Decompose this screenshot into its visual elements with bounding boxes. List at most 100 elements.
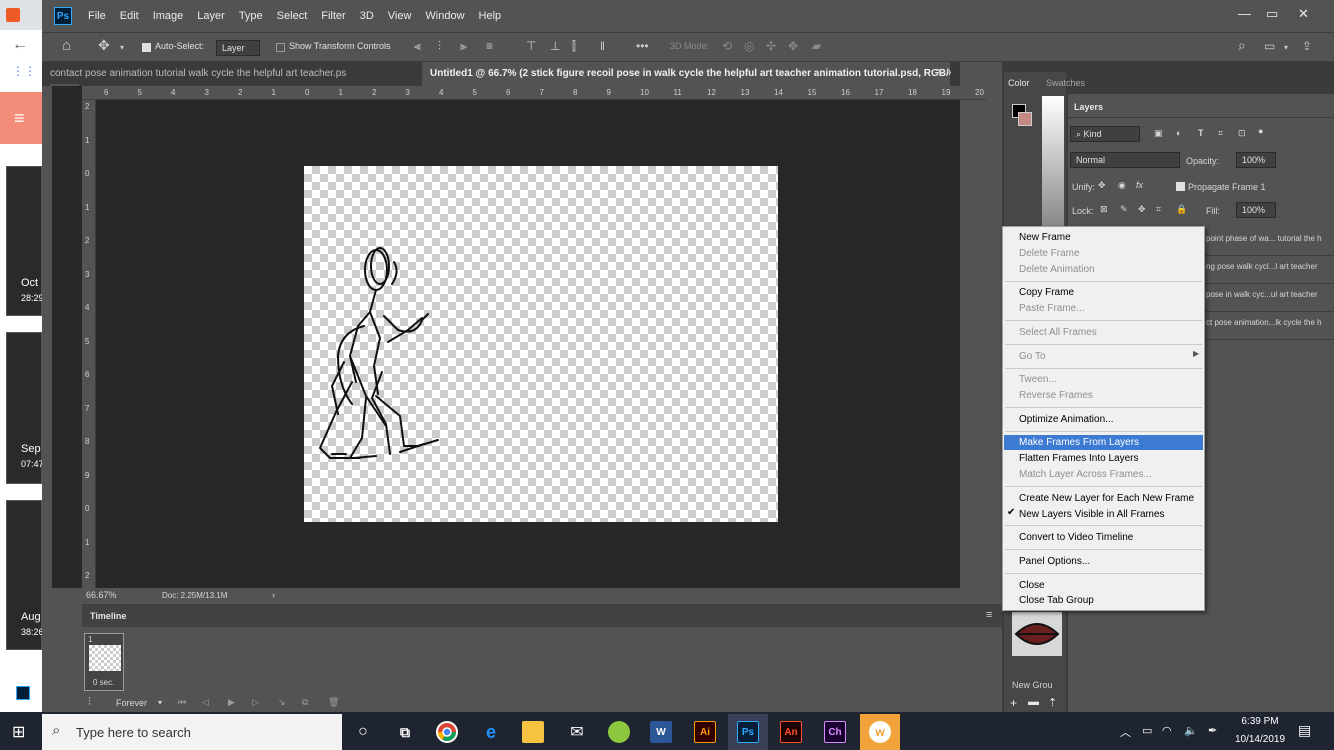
character-animator-icon[interactable]: Ch bbox=[824, 721, 846, 743]
upload-icon[interactable]: ⇡ bbox=[1048, 696, 1057, 709]
mail-icon[interactable]: ✉ bbox=[566, 721, 588, 743]
auto-select-dropdown[interactable]: Layer bbox=[216, 40, 260, 56]
document-canvas[interactable] bbox=[304, 166, 778, 522]
folder-icon[interactable]: ▬ bbox=[1028, 696, 1039, 708]
pen-icon[interactable]: ✒ bbox=[1208, 724, 1217, 737]
play-icon[interactable]: ▶ bbox=[228, 697, 235, 708]
notifications-icon[interactable]: ▤ bbox=[1298, 722, 1311, 739]
volume-icon[interactable]: 🔈 bbox=[1184, 724, 1198, 737]
convert-timeline-icon[interactable]: ⫶ bbox=[88, 696, 91, 709]
3d-roll-icon[interactable]: ◎ bbox=[744, 39, 754, 53]
menu-filter[interactable]: Filter bbox=[321, 10, 345, 22]
edge-icon[interactable]: e bbox=[480, 721, 502, 743]
cortana-icon[interactable]: ○ bbox=[352, 721, 374, 743]
close-tab-icon[interactable]: ✕ bbox=[936, 67, 944, 78]
trash-icon[interactable]: 🗑 bbox=[328, 697, 339, 708]
menu-new-layers-visible-all-frames[interactable]: New Layers Visible in All Frames bbox=[1004, 507, 1203, 522]
menu-panel-options[interactable]: Panel Options... bbox=[1004, 554, 1203, 569]
3d-slide-icon[interactable]: ✥ bbox=[788, 39, 798, 53]
menu-close[interactable]: Close bbox=[1004, 578, 1203, 593]
distribute-icon[interactable]: ≡ bbox=[486, 39, 493, 53]
tab-swatches[interactable]: Swatches bbox=[1046, 78, 1085, 88]
frame-delay[interactable]: 0 sec. bbox=[93, 678, 114, 687]
workspace-icon[interactable]: ▭ bbox=[1264, 39, 1275, 53]
smart-object-filter-icon[interactable]: ⊡ bbox=[1238, 128, 1246, 139]
panel-collapse-icon[interactable]: » bbox=[946, 67, 952, 78]
transform-controls-checkbox[interactable] bbox=[276, 43, 285, 52]
video-thumbnail-2[interactable]: Sep 07:47 bbox=[6, 332, 42, 484]
taskbar-search-box[interactable]: ⌕ Type here to search bbox=[42, 714, 342, 750]
propagate-checkbox[interactable] bbox=[1176, 182, 1185, 191]
maximize-icon[interactable]: ▭ bbox=[1266, 6, 1278, 22]
menu-flatten-frames-into-layers[interactable]: Flatten Frames Into Layers bbox=[1004, 451, 1203, 466]
background-color-swatch[interactable] bbox=[1018, 112, 1032, 126]
chevron-down-icon[interactable]: ▾ bbox=[1284, 43, 1288, 52]
new-group-label[interactable]: New Grou bbox=[1012, 680, 1053, 690]
show-hidden-icons-icon[interactable]: ︿ bbox=[1120, 724, 1131, 740]
add-icon[interactable]: + bbox=[1010, 696, 1017, 710]
tab-untitled1[interactable]: Untitled1 @ 66.7% (2 stick figure recoil… bbox=[422, 62, 950, 86]
apps-grid-icon[interactable]: ⋮⋮ bbox=[12, 64, 36, 78]
prev-frame-icon[interactable]: ◁ bbox=[202, 697, 209, 708]
home-icon[interactable]: ⌂ bbox=[62, 37, 71, 54]
wifi-icon[interactable]: ◠ bbox=[1162, 724, 1172, 737]
tab-contact-pose[interactable]: contact pose animation tutorial walk cyc… bbox=[42, 62, 420, 86]
minimize-icon[interactable]: — bbox=[1238, 6, 1251, 21]
illustrator-icon[interactable]: Ai bbox=[694, 721, 716, 743]
duplicate-frame-icon[interactable]: ⧉ bbox=[302, 697, 308, 708]
status-chevron-icon[interactable]: › bbox=[272, 590, 275, 600]
align-bottom-icon[interactable]: ⫿ bbox=[572, 39, 576, 54]
align-middle-icon[interactable]: ⊥ bbox=[550, 39, 560, 53]
chrome-icon[interactable] bbox=[436, 721, 458, 743]
chevron-down-icon[interactable]: ▾ bbox=[158, 698, 162, 707]
adjustment-filter-icon[interactable]: ◐ bbox=[1176, 128, 1181, 138]
windows-start-icon[interactable]: ⊞ bbox=[12, 722, 25, 742]
menu-help[interactable]: Help bbox=[479, 10, 502, 22]
tab-layers[interactable]: Layers bbox=[1074, 102, 1103, 112]
align-center-icon[interactable]: ⫶ bbox=[438, 39, 441, 54]
file-explorer-icon[interactable] bbox=[522, 721, 544, 743]
auto-select-checkbox[interactable] bbox=[142, 43, 151, 52]
menu-close-tab-group[interactable]: Close Tab Group bbox=[1004, 593, 1203, 608]
app-green-icon[interactable] bbox=[608, 721, 630, 743]
share-icon[interactable]: ⇪ bbox=[1302, 39, 1312, 53]
menu-file[interactable]: File bbox=[88, 10, 106, 22]
clock-date[interactable]: 10/14/2019 bbox=[1230, 734, 1290, 745]
kind-filter-dropdown[interactable]: ⌕ Kind bbox=[1070, 126, 1140, 142]
unify-position-icon[interactable]: ✥ bbox=[1098, 180, 1106, 191]
blend-mode-dropdown[interactable]: Normal bbox=[1070, 152, 1180, 168]
lock-transparent-icon[interactable]: ⊠ bbox=[1100, 204, 1108, 215]
shape-filter-icon[interactable]: ⌗ bbox=[1218, 128, 1223, 139]
photoshop-icon[interactable]: Ps bbox=[737, 721, 759, 743]
blogger-icon[interactable] bbox=[6, 8, 20, 22]
menu-type[interactable]: Type bbox=[239, 10, 263, 22]
task-view-icon[interactable]: ⧉ bbox=[394, 721, 416, 743]
menu-view[interactable]: View bbox=[388, 10, 412, 22]
menu-edit[interactable]: Edit bbox=[120, 10, 139, 22]
animation-frame-1[interactable]: 1 0 sec. bbox=[84, 633, 124, 691]
lock-artboard-icon[interactable]: ⌗ bbox=[1156, 204, 1161, 215]
animate-icon[interactable]: An bbox=[780, 721, 802, 743]
close-icon[interactable]: ✕ bbox=[1298, 6, 1309, 22]
word-icon[interactable]: W bbox=[650, 721, 672, 743]
menu-new-frame[interactable]: New Frame bbox=[1004, 230, 1203, 245]
menu-copy-frame[interactable]: Copy Frame bbox=[1004, 285, 1203, 300]
menu-optimize-animation[interactable]: Optimize Animation... bbox=[1004, 412, 1203, 427]
3d-orbit-icon[interactable]: ⟲ bbox=[722, 39, 732, 53]
3d-drag-icon[interactable]: ✣ bbox=[766, 39, 776, 53]
tween-icon[interactable]: ↘ bbox=[278, 697, 286, 708]
move-tool-icon[interactable]: ✥ bbox=[98, 37, 110, 54]
first-frame-icon[interactable]: ⏮ bbox=[178, 697, 186, 708]
pixel-filter-icon[interactable]: ▣ bbox=[1154, 128, 1163, 139]
zoom-level[interactable]: 66.67% bbox=[86, 590, 117, 600]
search-icon[interactable]: ⌕ bbox=[1238, 37, 1246, 54]
menu-convert-to-video-timeline[interactable]: Convert to Video Timeline bbox=[1004, 530, 1203, 545]
unify-style-icon[interactable]: fx bbox=[1136, 180, 1143, 190]
hamburger-menu-icon[interactable]: ≡ bbox=[14, 108, 25, 129]
menu-make-frames-from-layers[interactable]: Make Frames From Layers bbox=[1004, 435, 1203, 450]
menu-image[interactable]: Image bbox=[153, 10, 184, 22]
menu-select[interactable]: Select bbox=[277, 10, 308, 22]
video-thumbnail-3[interactable]: Aug 38:26 bbox=[6, 500, 42, 650]
tab-color[interactable]: Color bbox=[1008, 78, 1030, 88]
panel-menu-icon[interactable]: ≡ bbox=[986, 609, 992, 621]
